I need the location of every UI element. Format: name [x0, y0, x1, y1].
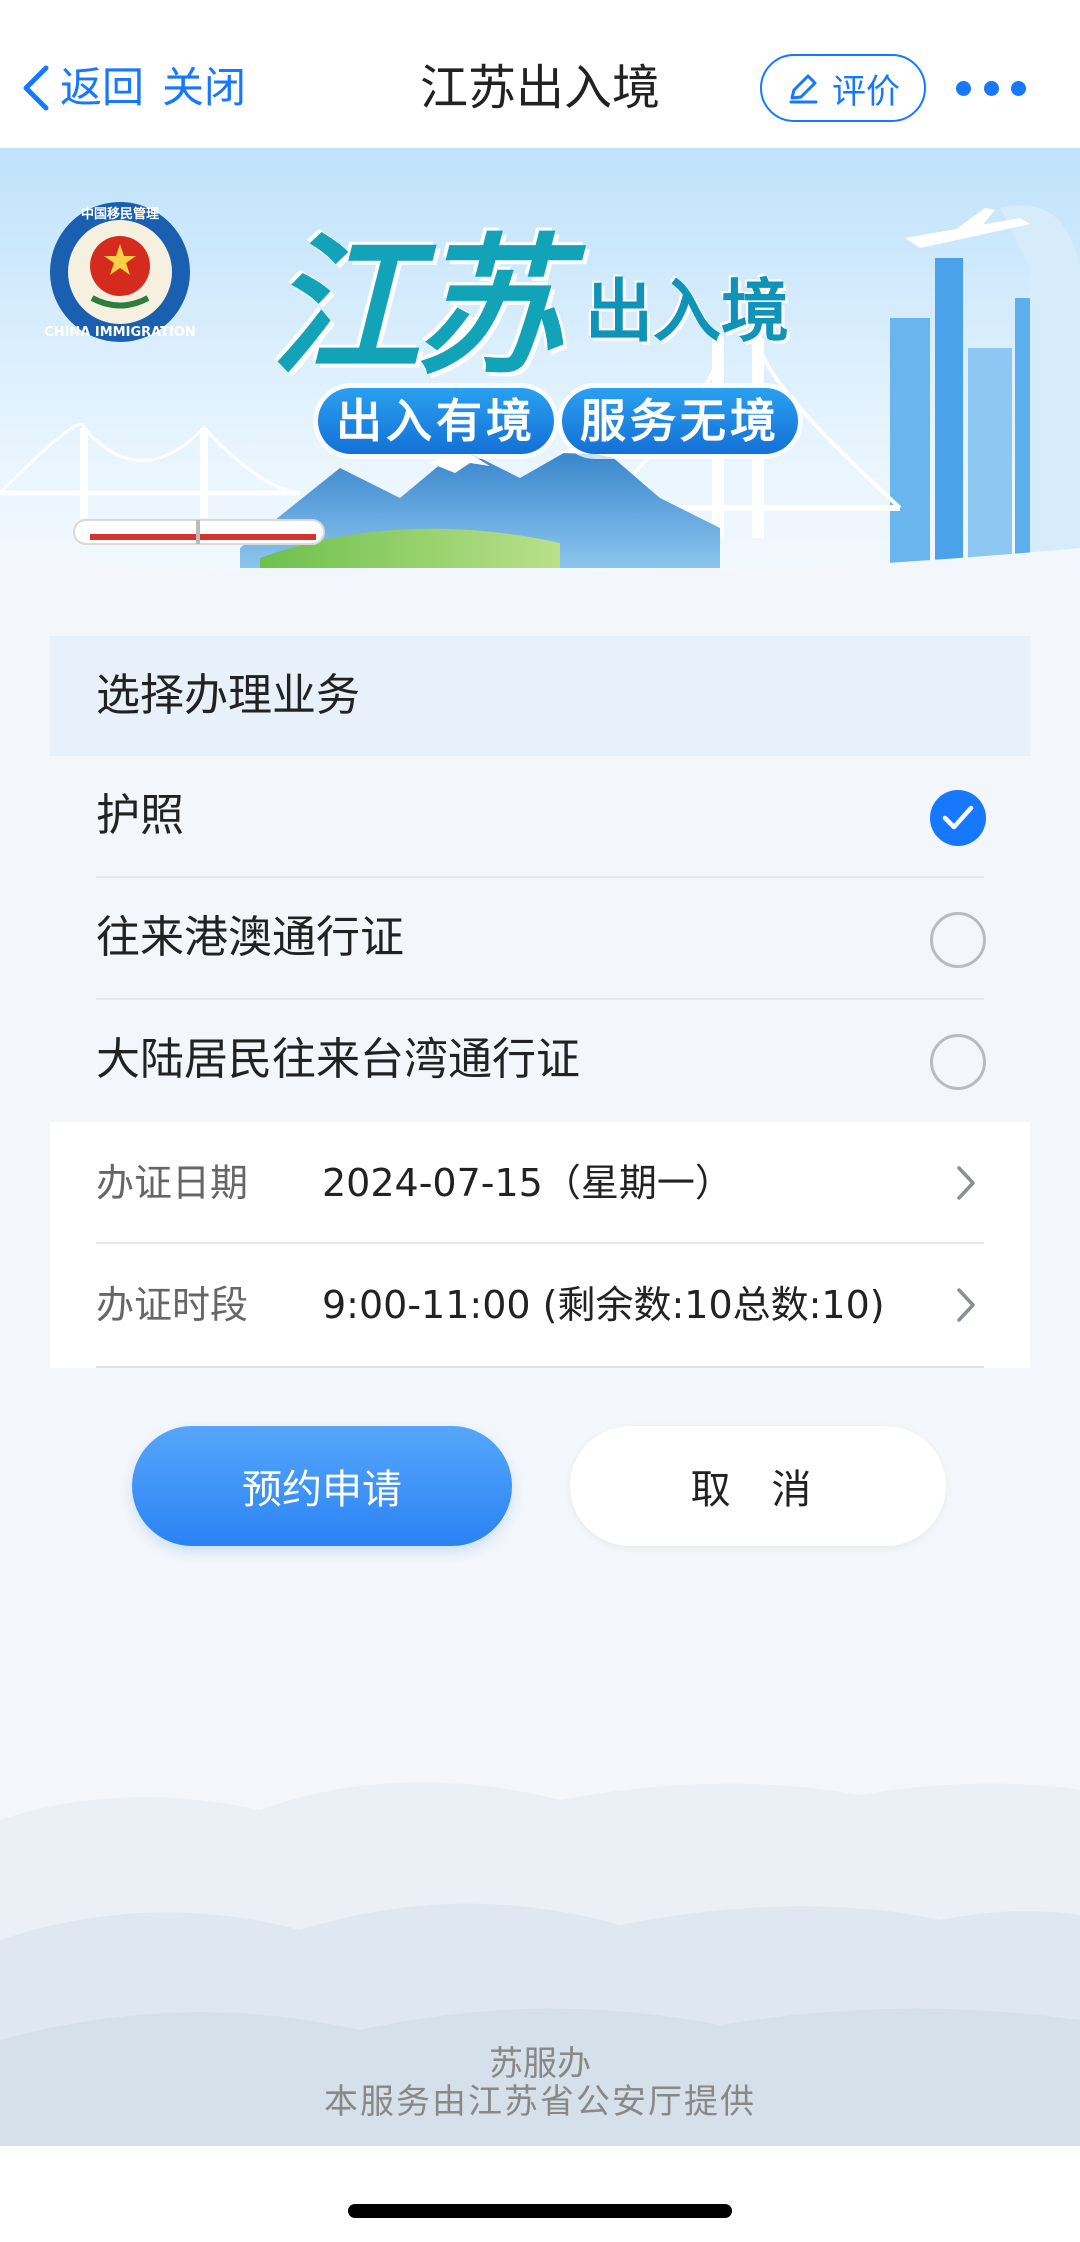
- back-label: 返回: [60, 63, 145, 112]
- submit-appointment-button[interactable]: 预约申请: [132, 1426, 512, 1546]
- option-label: 护照: [96, 790, 184, 841]
- rate-label: 评价: [832, 71, 900, 112]
- radio-unchecked[interactable]: [930, 1034, 986, 1090]
- footer-provider: 本服务由江苏省公安厅提供: [324, 2082, 756, 2122]
- section-header: 选择办理业务: [50, 636, 1030, 756]
- time-slot-row[interactable]: 办证时段 9:00-11:00 (剩余数:10总数:10): [96, 1244, 984, 1366]
- time-slot-value: 9:00-11:00 (剩余数:10总数:10): [322, 1283, 885, 1327]
- chevron-left-icon: [23, 65, 49, 111]
- banner: 中国移民管理 CHINA IMMIGRATION 江苏 出入境 出入有境 服务无…: [0, 148, 1080, 588]
- divider: [96, 1366, 984, 1368]
- appointment-panel: 办证日期 2024-07-15（星期一） 办证时段 9:00-11:00 (剩余…: [50, 1122, 1030, 1368]
- logo-text-top: 中国移民管理: [81, 206, 159, 222]
- date-label: 办证日期: [96, 1161, 249, 1205]
- chevron-right-icon: [957, 1288, 975, 1322]
- option-passport[interactable]: 护照: [96, 756, 986, 878]
- slogan-right: 服务无境: [562, 388, 798, 454]
- banner-title: 江苏: [270, 219, 564, 395]
- back-button[interactable]: 返回: [18, 52, 144, 124]
- radio-checked[interactable]: [930, 790, 986, 846]
- date-value: 2024-07-15（星期一）: [322, 1161, 733, 1205]
- option-taiwan-permit[interactable]: 大陆居民往来台湾通行证: [96, 1000, 986, 1122]
- date-row[interactable]: 办证日期 2024-07-15（星期一）: [96, 1122, 984, 1244]
- option-label: 大陆居民往来台湾通行证: [96, 1034, 580, 1085]
- option-hk-macao-permit[interactable]: 往来港澳通行证: [96, 878, 986, 1000]
- slogan-left: 出入有境: [318, 388, 554, 454]
- close-button[interactable]: 关闭: [162, 52, 246, 124]
- bottom-safe-area: [0, 2146, 1080, 2242]
- more-icon[interactable]: [956, 70, 1026, 106]
- section-title: 选择办理业务: [96, 670, 360, 721]
- home-indicator: [348, 2204, 732, 2218]
- chevron-right-icon: [957, 1166, 975, 1200]
- option-label: 往来港澳通行证: [96, 912, 404, 963]
- cancel-button[interactable]: 取 消: [570, 1426, 946, 1546]
- navigation-bar: 返回 关闭 江苏出入境 评价: [0, 0, 1080, 148]
- rate-button[interactable]: 评价: [760, 54, 926, 122]
- radio-unchecked[interactable]: [930, 912, 986, 968]
- time-slot-label: 办证时段: [96, 1283, 249, 1327]
- edit-icon: [789, 74, 818, 104]
- check-icon: [942, 805, 974, 830]
- logo-text-bottom: CHINA IMMIGRATION: [44, 325, 196, 340]
- banner-subtitle: 出入境: [585, 273, 790, 352]
